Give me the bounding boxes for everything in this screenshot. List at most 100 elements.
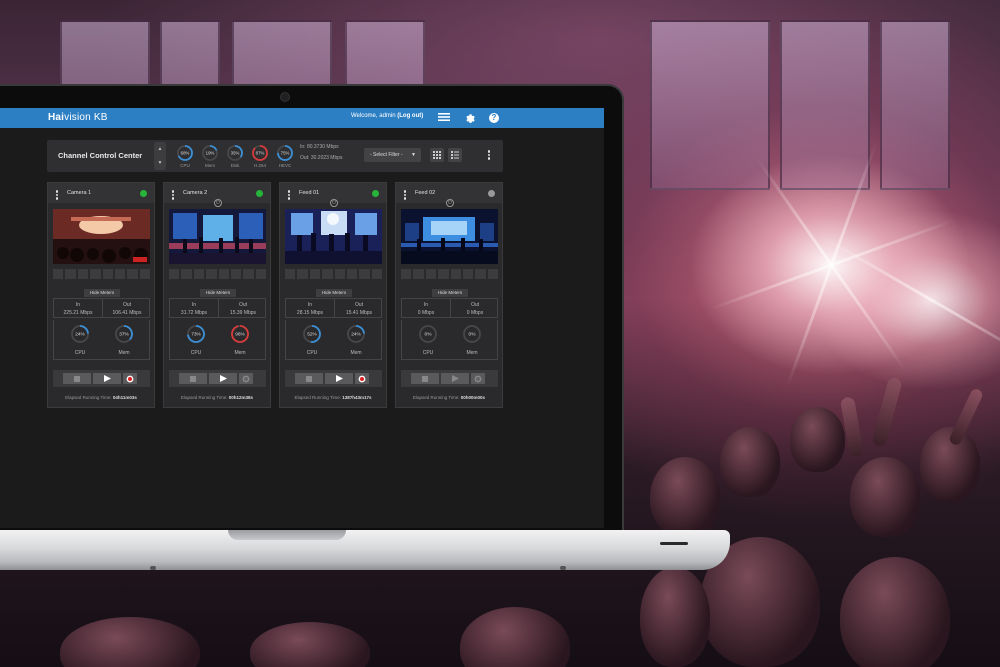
out-value: 106.41 Mbps: [112, 310, 142, 316]
gauge-label: Disk: [230, 163, 240, 168]
play-button[interactable]: [325, 373, 353, 384]
cpu-gauge: 52% CPU: [292, 324, 332, 356]
record-button[interactable]: [355, 373, 369, 384]
gauge-hevc: 75% HEVC: [276, 144, 294, 168]
hide-meters-button[interactable]: Hide Meters: [84, 289, 120, 297]
laptop-screen: Haivision KB Welcome, admin (Log out) ? …: [0, 108, 604, 528]
stop-button[interactable]: [63, 373, 91, 384]
play-icon: [335, 375, 343, 382]
transport-controls: [285, 370, 382, 387]
stop-icon: [422, 375, 428, 382]
stage-screen: [780, 20, 870, 190]
svg-text:0%: 0%: [425, 332, 433, 338]
chevron-up-icon[interactable]: ▲: [154, 142, 166, 156]
stop-button[interactable]: [295, 373, 323, 384]
chevron-down-icon[interactable]: ▼: [154, 156, 166, 170]
cpu-gauge: 0% CPU: [408, 324, 448, 356]
laptop-slot: [660, 542, 688, 545]
svg-text:19%: 19%: [206, 151, 215, 156]
channel-preview[interactable]: [53, 209, 150, 264]
stop-icon: [306, 375, 312, 382]
mem-label: Mem: [466, 350, 478, 356]
mem-gauge: 24% Mem: [336, 324, 376, 356]
status-indicator: [140, 190, 147, 197]
status-indicator: [488, 190, 495, 197]
channel-card[interactable]: Camera 1 Hide Meters In 225.21 Mbps Out 10…: [47, 182, 155, 408]
mem-label: Mem: [234, 350, 246, 356]
channel-card[interactable]: Camera 2 ⏻ Hide Meters In 31.72 Mbps Out 1…: [163, 182, 271, 408]
more-options-icon[interactable]: [487, 149, 491, 161]
svg-text:75%: 75%: [281, 151, 290, 156]
throughput-rates: In: 80.3730 Mbps Out: 30.2023 Mbps: [300, 142, 343, 164]
channel-card[interactable]: Feed 01 ⏻ Hide Meters In 28.15 Mbps Out 15…: [279, 182, 387, 408]
record-button[interactable]: [471, 373, 485, 384]
play-icon: [103, 375, 111, 382]
power-icon[interactable]: ⏻: [214, 199, 222, 207]
channel-card[interactable]: Feed 02 ⏻ Hide Meters In 0 Mbps Out 0 Mbps…: [395, 182, 503, 408]
light-ray: [708, 219, 955, 311]
filter-select[interactable]: - Select Filter - ▼: [364, 148, 421, 162]
menu-icon[interactable]: [438, 112, 450, 124]
gear-icon[interactable]: [463, 112, 475, 124]
stop-button[interactable]: [179, 373, 207, 384]
cpu-label: CPU: [74, 350, 86, 356]
gauge-label: Mem: [205, 163, 215, 168]
play-button[interactable]: [93, 373, 121, 384]
stop-button[interactable]: [411, 373, 439, 384]
in-label: In: [75, 302, 81, 308]
in-value: 28.15 Mbps: [296, 310, 324, 316]
resource-meters: 52% CPU 24% Mem: [285, 320, 382, 360]
channel-preview[interactable]: [401, 209, 498, 264]
resource-meters: 0% CPU 0% Mem: [401, 320, 498, 360]
resource-meters: 24% CPU 37% Mem: [53, 320, 150, 360]
elapsed-time: Elapsed Running Time: 00h00m00s: [412, 395, 486, 400]
welcome-text: Welcome, admin (Log out): [351, 113, 424, 119]
svg-text:73%: 73%: [191, 332, 201, 338]
grid-view-button[interactable]: [430, 148, 444, 162]
channel-preview[interactable]: [169, 209, 266, 264]
hide-meters-button[interactable]: Hide Meters: [316, 289, 352, 297]
bitrate-stats: In 31.72 Mbps Out 15.39 Mbps: [169, 298, 266, 318]
gauge-disk: 35% Disk: [226, 144, 244, 168]
power-icon[interactable]: ⏻: [446, 199, 454, 207]
gauge-h264: 87% H.264: [251, 144, 269, 168]
in-label: In: [191, 302, 197, 308]
transport-controls: [169, 370, 266, 387]
logout-link[interactable]: (Log out): [397, 113, 423, 119]
power-icon[interactable]: ⏻: [330, 199, 338, 207]
card-menu-icon[interactable]: [171, 189, 175, 201]
play-button[interactable]: [441, 373, 469, 384]
cpu-gauge: 73% CPU: [176, 324, 216, 356]
svg-text:87%: 87%: [256, 151, 265, 156]
out-label: Out: [238, 302, 248, 308]
play-button[interactable]: [209, 373, 237, 384]
channel-preview[interactable]: [285, 209, 382, 264]
out-value: 15.41 Mbps: [345, 310, 373, 316]
out-value: 0 Mbps: [466, 310, 484, 316]
stop-icon: [74, 375, 80, 382]
chevron-down-icon: ▼: [411, 152, 416, 158]
svg-text:35%: 35%: [231, 151, 240, 156]
list-view-button[interactable]: [448, 148, 462, 162]
card-menu-icon[interactable]: [55, 189, 59, 201]
channel-name: Feed 01: [299, 190, 320, 196]
audio-meters: [53, 269, 150, 279]
card-menu-icon[interactable]: [403, 189, 407, 201]
record-icon: [242, 375, 250, 382]
card-menu-icon[interactable]: [287, 189, 291, 201]
record-button[interactable]: [123, 373, 137, 384]
record-button[interactable]: [239, 373, 253, 384]
in-value: 225.21 Mbps: [63, 310, 93, 316]
audio-meters: [285, 269, 382, 279]
hide-meters-button[interactable]: Hide Meters: [200, 289, 236, 297]
laptop-base: [0, 530, 730, 570]
stage-screen: [650, 20, 770, 190]
sort-stepper[interactable]: ▲ ▼: [154, 142, 166, 170]
cpu-label: CPU: [190, 350, 202, 356]
out-rate: Out: 30.2023 Mbps: [300, 155, 343, 161]
light-ray: [818, 233, 1000, 367]
help-icon[interactable]: ?: [488, 112, 500, 124]
hide-meters-button[interactable]: Hide Meters: [432, 289, 468, 297]
elapsed-time: Elapsed Running Time: 00h12m38s: [180, 395, 254, 400]
mem-label: Mem: [118, 350, 130, 356]
